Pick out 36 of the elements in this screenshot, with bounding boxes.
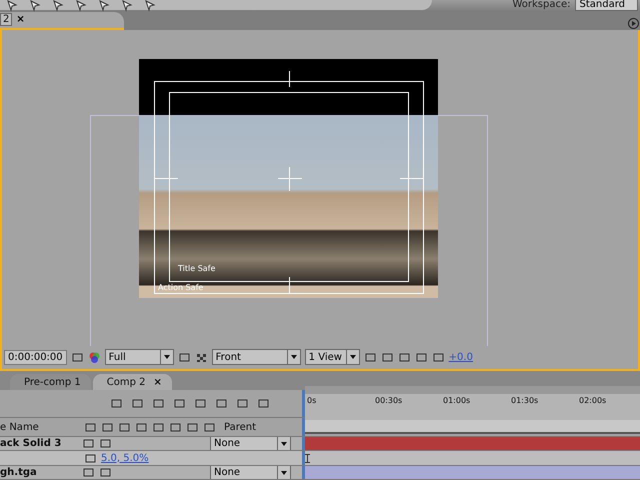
caret-icon[interactable] [160,350,173,364]
crosshair-line [289,70,290,87]
color-channels-icon[interactable] [88,350,101,364]
caret-icon[interactable] [286,350,300,364]
timeline-tab[interactable]: Comp 2 × [92,374,172,390]
property-value[interactable]: 5.0, 5.0% [101,452,149,464]
layout-dropdown[interactable]: 1 View [304,349,360,366]
text-cursor-icon [305,454,310,462]
crosshair-line [289,276,290,293]
ruler-label: 0s [307,396,316,405]
ruler-label: 01:00s [443,396,470,405]
layer-name[interactable]: ack Solid 3 [0,438,78,449]
timecode-field[interactable]: 0:00:00:00 [4,350,67,365]
ruler-label: 00:30s [375,396,402,405]
title-safe-label: Title Safe [178,264,216,273]
crosshair-line [400,178,424,179]
column-header: e Name [0,422,40,432]
work-area-bar[interactable] [305,420,640,434]
action-safe-label: Action Safe [158,282,204,292]
close-button[interactable]: × [16,14,25,26]
parent-dropdown[interactable]: None [210,437,291,450]
ruler-label: 01:30s [511,396,538,405]
resolution-dropdown[interactable]: Full [104,349,174,366]
comp-tab[interactable]: 2 [0,13,12,26]
close-button[interactable]: × [154,376,162,388]
parent-dropdown[interactable]: None [210,466,291,479]
timeline-tab[interactable]: Pre-comp 1 [10,374,91,390]
column-header: Parent [224,422,256,432]
ruler-label: 02:00s [579,396,606,405]
caret-icon[interactable] [346,350,359,364]
time-ruler[interactable]: 0s 00:30s 01:00s 01:30s 02:00s [305,386,640,421]
panel-menu-icon[interactable] [627,16,640,30]
view-dropdown[interactable]: Front [212,349,301,366]
crosshair-line [154,178,178,179]
layer-name[interactable]: gh.tga [0,467,78,478]
caret-icon[interactable] [277,466,290,479]
